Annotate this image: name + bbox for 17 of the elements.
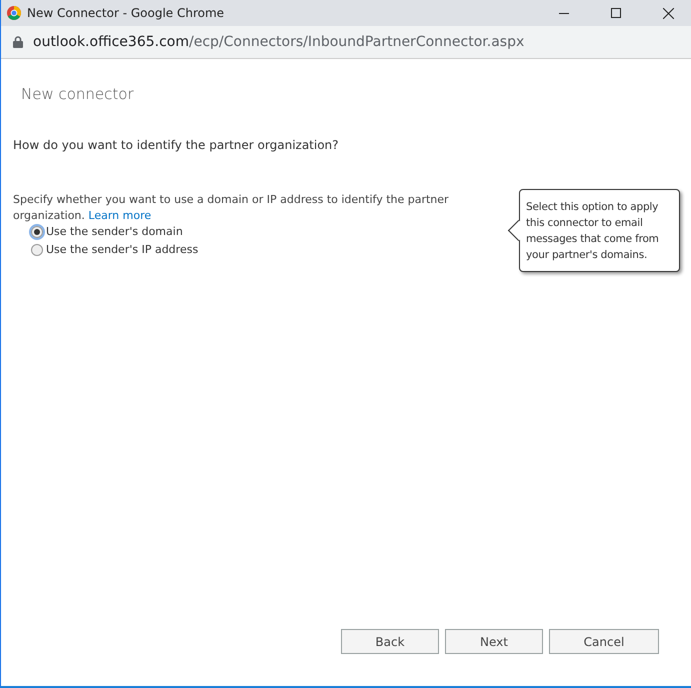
option-label[interactable]: Use the sender's IP address xyxy=(46,243,198,256)
learn-more-link[interactable]: Learn more xyxy=(88,209,152,222)
dialog-button[interactable]: Next xyxy=(445,629,543,654)
window-title: New Connector - Google Chrome xyxy=(27,6,226,20)
close-icon[interactable] xyxy=(662,8,674,18)
radio-button[interactable] xyxy=(31,244,43,256)
dialog-button[interactable]: Cancel xyxy=(549,629,659,654)
radio-button[interactable] xyxy=(31,226,43,238)
minimize-icon[interactable] xyxy=(559,12,569,14)
dialog-button[interactable]: Back xyxy=(341,629,439,654)
browser-logo-icon xyxy=(7,6,21,20)
description-text: Specify whether you want to use a domain or IP address to identify the partner organization. Learn more xyxy=(13,192,450,224)
maximize-icon[interactable] xyxy=(611,8,621,18)
page-heading: New connector xyxy=(21,85,135,103)
option-label[interactable]: Use the sender's domain xyxy=(46,225,183,238)
lock-icon xyxy=(13,36,23,48)
question-text: How do you want to identify the partner organization? xyxy=(13,138,340,152)
